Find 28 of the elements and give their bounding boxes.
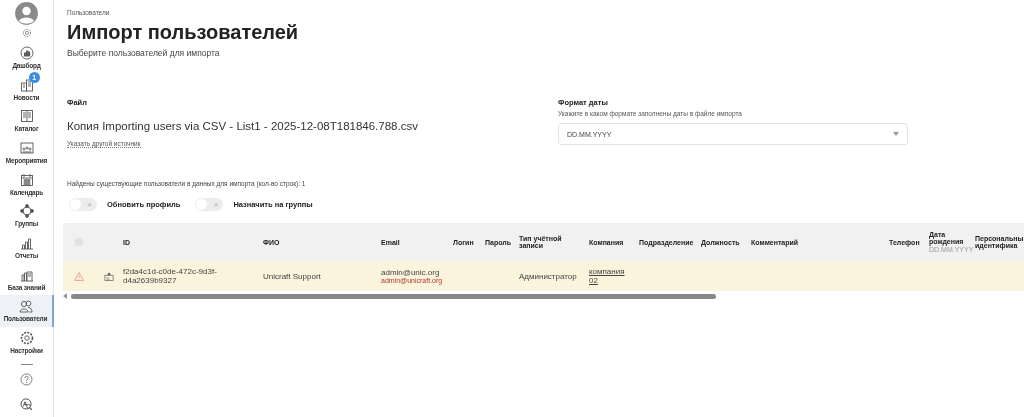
warning-icon (74, 271, 84, 281)
building-icon (19, 77, 34, 92)
file-name: Копия Importing users via CSV - List1 - 2025-12-08T181846.788.csv (67, 120, 419, 132)
table-cell-text: admin@unic.org (381, 268, 441, 277)
help-icon[interactable] (20, 373, 33, 387)
scrollbar-thumb[interactable] (71, 293, 716, 299)
table-cell: f2da4c1d-c0de-472c-9d3f-d4a2639b9327 (123, 267, 217, 285)
caret-icon (893, 132, 899, 136)
off-mark: × (87, 199, 92, 211)
calendar-icon (19, 172, 34, 187)
off-mark: × (213, 199, 219, 211)
presentation-icon (19, 140, 34, 155)
user-card-icon (104, 271, 114, 281)
page-title: Импорт пользователей (67, 21, 300, 44)
avatar-icon[interactable] (15, 2, 38, 25)
bar-chart-icon (19, 235, 34, 250)
table-cell: Администратор (519, 271, 577, 281)
group-icon (19, 204, 34, 219)
translate-icon[interactable] (20, 398, 33, 411)
gear-icon (19, 330, 34, 345)
company-link[interactable]: компания 02 (589, 267, 633, 285)
book-icon (19, 109, 34, 124)
chart-icon (19, 46, 34, 60)
settings-icon[interactable] (21, 27, 32, 38)
page-subtitle: Выберите пользователей для импорта (67, 48, 221, 58)
table-cell: Unicraft Support (263, 271, 321, 281)
scroll-left-icon[interactable] (63, 293, 67, 299)
users-icon (18, 299, 33, 314)
